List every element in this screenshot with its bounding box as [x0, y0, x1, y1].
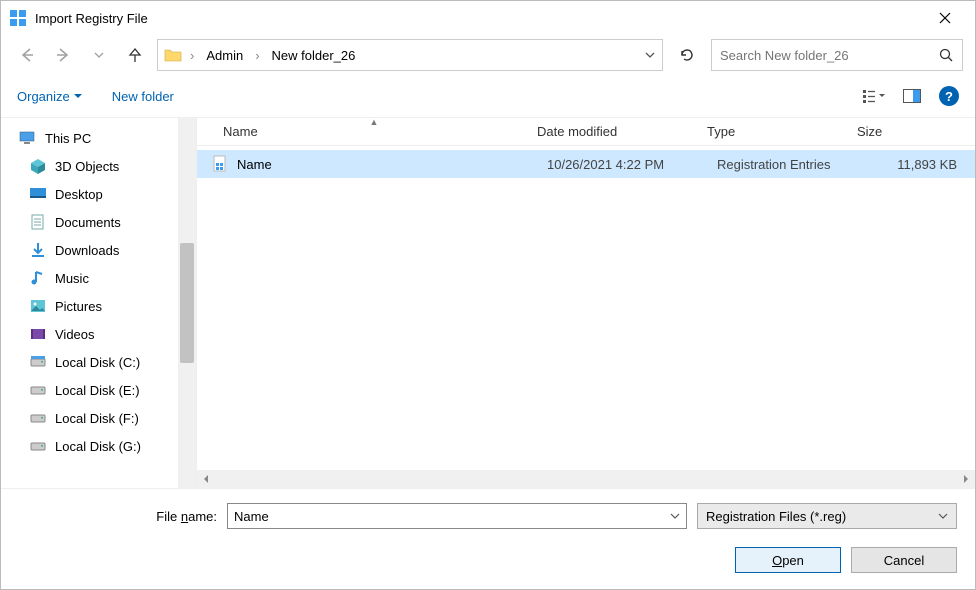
tree-item-label: 3D Objects	[55, 159, 119, 174]
tree-item[interactable]: Local Disk (E:)	[1, 376, 178, 404]
column-header-name[interactable]: ▲ Name	[211, 124, 537, 139]
tree[interactable]: This PC 3D Objects Desktop Documents Dow…	[1, 118, 178, 488]
address-bar[interactable]: › Admin › New folder_26	[157, 39, 663, 71]
tree-item-this-pc[interactable]: This PC	[1, 124, 178, 152]
tree-item-label: Downloads	[55, 243, 119, 258]
downloads-icon	[29, 241, 47, 259]
breadcrumb-segment[interactable]: New folder_26	[268, 48, 360, 63]
tree-item[interactable]: Documents	[1, 208, 178, 236]
folder-icon	[164, 46, 182, 64]
reg-file-icon	[211, 155, 229, 173]
scroll-right-icon[interactable]	[957, 470, 975, 488]
view-options-button[interactable]	[863, 88, 885, 104]
tree-item[interactable]: Local Disk (C:)	[1, 348, 178, 376]
cancel-button[interactable]: Cancel	[851, 547, 957, 573]
tree-item[interactable]: Local Disk (F:)	[1, 404, 178, 432]
new-folder-button[interactable]: New folder	[112, 89, 174, 104]
tree-item-label: Local Disk (F:)	[55, 411, 139, 426]
chevron-right-icon: ›	[253, 48, 261, 63]
disk-icon	[29, 381, 47, 399]
search-box[interactable]	[711, 39, 963, 71]
tree-item[interactable]: Videos	[1, 320, 178, 348]
tree-item-label: Videos	[55, 327, 95, 342]
filename-input[interactable]	[234, 509, 670, 524]
tree-item-label: Local Disk (C:)	[55, 355, 140, 370]
scrollbar-thumb[interactable]	[180, 243, 194, 363]
tree-item-label: Music	[55, 271, 89, 286]
file-rows[interactable]: Name 10/26/2021 4:22 PM Registration Ent…	[197, 146, 975, 470]
tree-item[interactable]: Desktop	[1, 180, 178, 208]
file-list-area: ▲ Name Date modified Type Size Name 10/2…	[197, 118, 975, 488]
dialog-window: Import Registry File › Admin › New folde…	[0, 0, 976, 590]
tree-item-label: Pictures	[55, 299, 102, 314]
column-header-date[interactable]: Date modified	[537, 124, 707, 139]
disk-icon	[29, 409, 47, 427]
toolbar: Organize New folder ?	[1, 75, 975, 117]
main-area: This PC 3D Objects Desktop Documents Dow…	[1, 117, 975, 488]
close-button[interactable]	[923, 3, 967, 33]
breadcrumb-segment[interactable]: Admin	[202, 48, 247, 63]
open-button[interactable]: Open	[735, 547, 841, 573]
back-button[interactable]	[13, 41, 41, 69]
recent-dropdown[interactable]	[85, 41, 113, 69]
cube-icon	[29, 157, 47, 175]
help-button[interactable]: ?	[939, 86, 959, 106]
documents-icon	[29, 213, 47, 231]
chevron-down-icon[interactable]	[670, 511, 680, 521]
file-row[interactable]: Name 10/26/2021 4:22 PM Registration Ent…	[197, 150, 975, 178]
file-size: 11,893 KB	[867, 157, 957, 172]
disk-icon	[29, 353, 47, 371]
filetype-dropdown[interactable]: Registration Files (*.reg)	[697, 503, 957, 529]
videos-icon	[29, 325, 47, 343]
tree-item[interactable]: Local Disk (G:)	[1, 432, 178, 460]
search-input[interactable]	[720, 48, 938, 63]
tree-item-label: Local Disk (E:)	[55, 383, 140, 398]
refresh-button[interactable]	[671, 39, 703, 71]
pc-icon	[19, 129, 37, 147]
horizontal-scrollbar[interactable]	[197, 470, 975, 488]
window-title: Import Registry File	[35, 11, 923, 26]
scrollbar-track[interactable]	[215, 470, 957, 488]
filename-label: File name:	[19, 509, 217, 524]
filename-row: File name: Registration Files (*.reg)	[19, 503, 957, 529]
column-header-size[interactable]: Size	[857, 124, 947, 139]
tree-scrollbar[interactable]	[178, 118, 196, 488]
titlebar: Import Registry File	[1, 1, 975, 35]
disk-icon	[29, 437, 47, 455]
filetype-label: Registration Files (*.reg)	[706, 509, 932, 524]
tree-item-label: Documents	[55, 215, 121, 230]
chevron-right-icon: ›	[188, 48, 196, 63]
buttons-row: Open Cancel	[19, 547, 957, 573]
tree-item-label: Desktop	[55, 187, 103, 202]
chevron-down-icon	[938, 511, 948, 521]
scroll-left-icon[interactable]	[197, 470, 215, 488]
up-button[interactable]	[121, 41, 149, 69]
bottom-panel: File name: Registration Files (*.reg) Op…	[1, 488, 975, 589]
tree-item[interactable]: 3D Objects	[1, 152, 178, 180]
file-name: Name	[237, 157, 547, 172]
tree-item[interactable]: Downloads	[1, 236, 178, 264]
file-type: Registration Entries	[717, 157, 867, 172]
search-icon[interactable]	[938, 47, 954, 63]
music-icon	[29, 269, 47, 287]
filename-combobox[interactable]	[227, 503, 687, 529]
sort-indicator-icon: ▲	[370, 117, 379, 127]
desktop-icon	[29, 185, 47, 203]
tree-item[interactable]: Pictures	[1, 292, 178, 320]
app-icon	[9, 9, 27, 27]
tree-item-label: Local Disk (G:)	[55, 439, 141, 454]
forward-button[interactable]	[49, 41, 77, 69]
pictures-icon	[29, 297, 47, 315]
tree-pane: This PC 3D Objects Desktop Documents Dow…	[1, 118, 197, 488]
tree-item[interactable]: Music	[1, 264, 178, 292]
nav-row: › Admin › New folder_26	[1, 35, 975, 75]
file-date: 10/26/2021 4:22 PM	[547, 157, 717, 172]
organize-button[interactable]: Organize	[17, 89, 82, 104]
column-header-type[interactable]: Type	[707, 124, 857, 139]
column-headers: ▲ Name Date modified Type Size	[197, 118, 975, 146]
preview-pane-button[interactable]	[903, 89, 921, 103]
tree-item-label: This PC	[45, 131, 91, 146]
address-dropdown[interactable]	[644, 49, 656, 61]
